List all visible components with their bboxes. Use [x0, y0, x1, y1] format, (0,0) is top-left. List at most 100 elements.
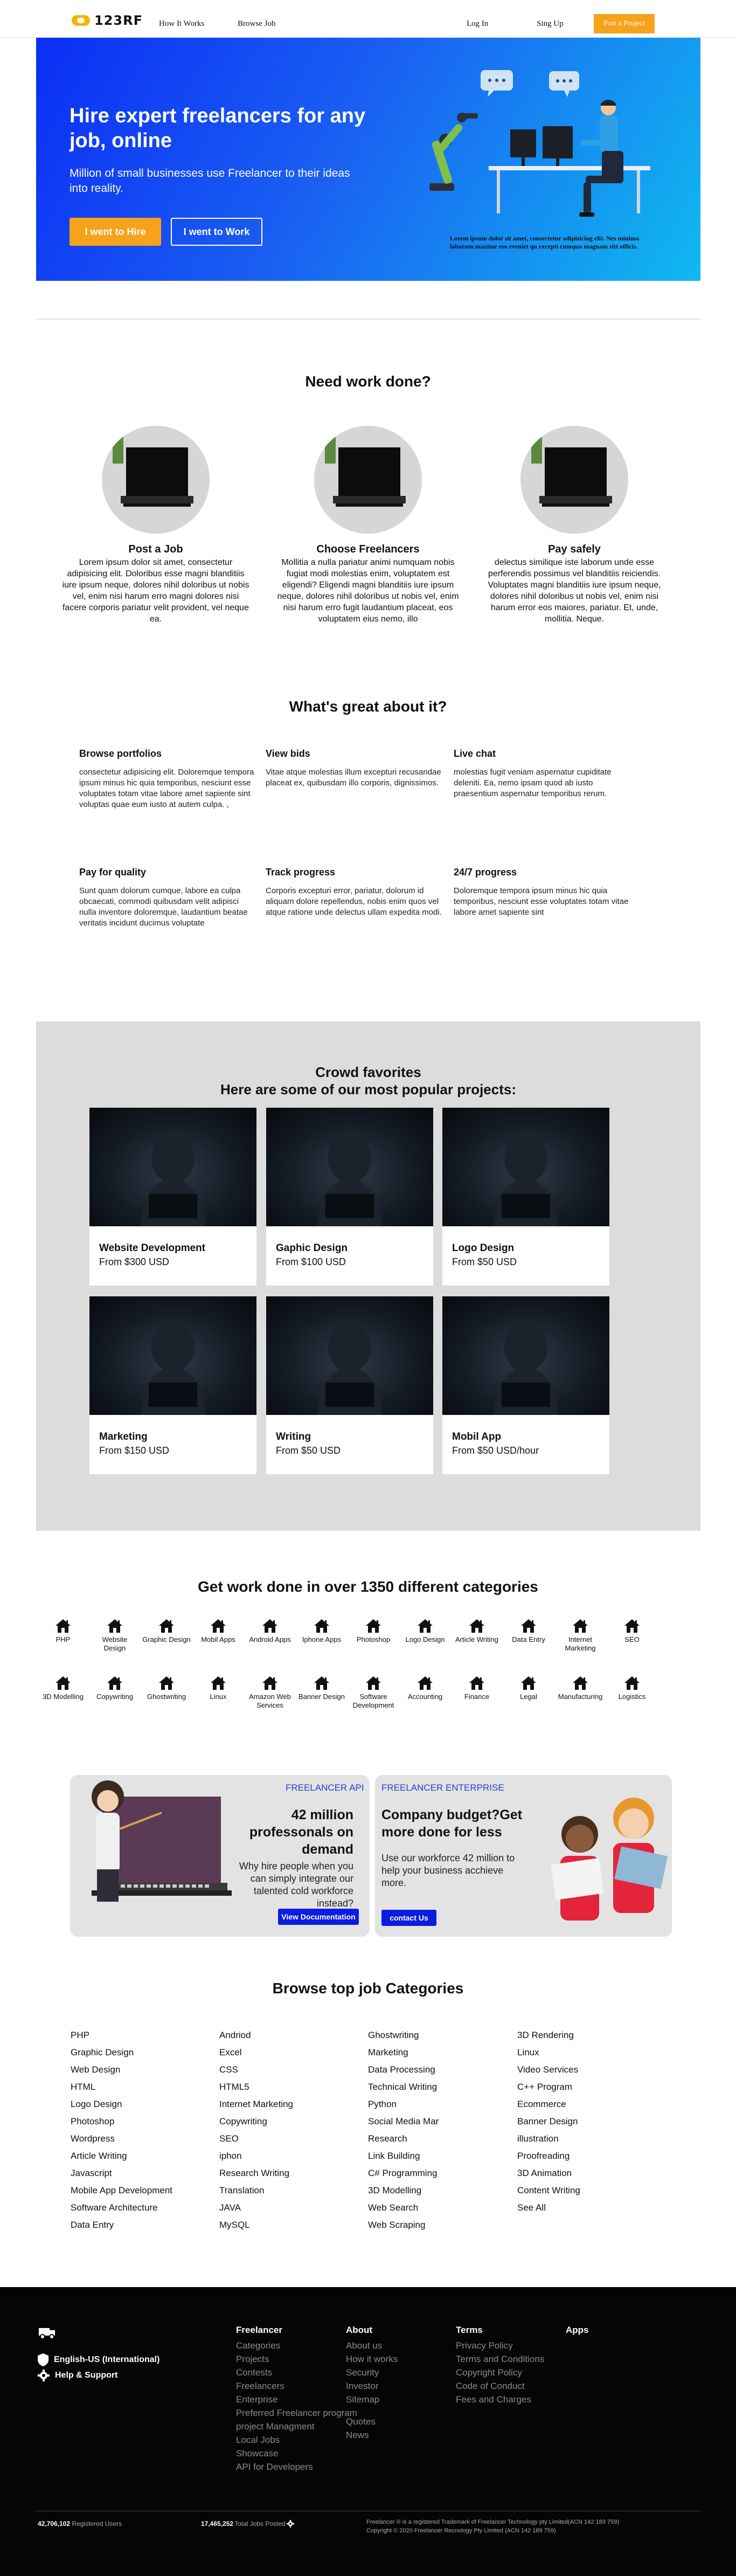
job-category-link[interactable]: CSS [219, 2061, 359, 2078]
job-category-link[interactable]: Ecommerce [517, 2096, 657, 2113]
job-category-link[interactable]: Web Design [71, 2061, 211, 2078]
footer-link[interactable]: Terms and Conditions [456, 2352, 544, 2366]
category-item[interactable]: Finance [453, 1675, 501, 1701]
job-category-link[interactable]: HTML [71, 2078, 211, 2096]
job-category-link[interactable]: Excel [219, 2044, 359, 2061]
job-category-link[interactable]: Andriod [219, 2027, 359, 2044]
category-item[interactable]: Android Apps [246, 1618, 294, 1644]
job-category-link[interactable]: Photoshop [71, 2113, 211, 2130]
category-item[interactable]: Amazon Web Services [246, 1675, 294, 1710]
job-category-link[interactable]: Web Search [368, 2199, 508, 2216]
footer-link[interactable]: Showcase [236, 2447, 357, 2460]
job-category-link[interactable]: Software Architecture [71, 2199, 211, 2216]
help-support-link[interactable]: Help & Support [38, 2370, 117, 2381]
category-item[interactable]: Copywriting [91, 1675, 139, 1701]
footer-link[interactable]: Fees and Charges [456, 2393, 544, 2406]
job-category-link[interactable]: HTML5 [219, 2078, 359, 2096]
category-item[interactable]: Legal [504, 1675, 553, 1701]
category-item[interactable]: Mobil Apps [194, 1618, 242, 1644]
footer-link[interactable]: News [346, 2428, 398, 2442]
job-category-link[interactable]: See All [517, 2199, 657, 2216]
category-item[interactable]: Manufacturing [556, 1675, 605, 1701]
category-item[interactable]: 3D Modelling [39, 1675, 87, 1701]
job-category-link[interactable]: Graphic Design [71, 2044, 211, 2061]
category-item[interactable]: Iphone Apps [297, 1618, 346, 1644]
footer-link[interactable]: Categories [236, 2339, 357, 2352]
footer-link[interactable]: How it works [346, 2352, 398, 2366]
footer-link[interactable]: API for Developers [236, 2460, 357, 2474]
nav-login[interactable]: Log In [467, 19, 488, 29]
category-item[interactable]: Linux [194, 1675, 242, 1701]
job-category-link[interactable]: 3D Modelling [368, 2182, 508, 2199]
job-category-link[interactable]: Technical Writing [368, 2078, 508, 2096]
job-category-link[interactable]: Logo Design [71, 2096, 211, 2113]
footer-link[interactable]: project Managment [236, 2420, 357, 2433]
logo[interactable]: 123RF [72, 13, 143, 28]
job-category-link[interactable]: Research [368, 2130, 508, 2147]
job-category-link[interactable]: Marketing [368, 2044, 508, 2061]
job-category-link[interactable]: Web Scraping [368, 2216, 508, 2234]
category-item[interactable]: PHP [39, 1618, 87, 1644]
category-item[interactable]: Photoshop [349, 1618, 398, 1644]
footer-link[interactable]: Quotes [346, 2415, 398, 2428]
category-item[interactable]: Ghostwriting [142, 1675, 191, 1701]
footer-link[interactable]: Local Jobs [236, 2433, 357, 2447]
language-selector[interactable]: English-US (International) [38, 2353, 159, 2366]
job-category-link[interactable]: Content Writing [517, 2182, 657, 2199]
footer-link[interactable]: Copyright Policy [456, 2366, 544, 2379]
category-item[interactable]: SEO [608, 1618, 656, 1644]
nav-how-it-works[interactable]: How It Works [159, 19, 204, 29]
project-card[interactable]: Gaphic Design From $100 USD [266, 1108, 433, 1286]
job-category-link[interactable]: Article Writing [71, 2147, 211, 2165]
footer-link[interactable]: Privacy Policy [456, 2339, 544, 2352]
project-card[interactable]: Logo Design From $50 USD [442, 1108, 609, 1286]
job-category-link[interactable]: 3D Animation [517, 2165, 657, 2182]
job-category-link[interactable]: JAVA [219, 2199, 359, 2216]
footer-link[interactable]: Projects [236, 2352, 357, 2366]
category-item[interactable]: Data Entry [504, 1618, 553, 1644]
footer-link[interactable]: Enterprise [236, 2393, 357, 2406]
hire-button[interactable]: I went to Hire [70, 218, 161, 246]
category-item[interactable]: Banner Design [297, 1675, 346, 1701]
view-documentation-button[interactable]: View Documentation [278, 1909, 359, 1925]
job-category-link[interactable]: PHP [71, 2027, 211, 2044]
job-category-link[interactable]: C++ Program [517, 2078, 657, 2096]
job-category-link[interactable]: Internet Marketing [219, 2096, 359, 2113]
job-category-link[interactable]: Javascript [71, 2165, 211, 2182]
job-category-link[interactable]: Wordpress [71, 2130, 211, 2147]
job-category-link[interactable]: SEO [219, 2130, 359, 2147]
footer-link[interactable]: Security [346, 2366, 398, 2379]
footer-link[interactable]: About us [346, 2339, 398, 2352]
project-card[interactable]: Writing From $50 USD [266, 1296, 433, 1474]
job-category-link[interactable]: 3D Rendering [517, 2027, 657, 2044]
job-category-link[interactable]: MySQL [219, 2216, 359, 2234]
project-card[interactable]: Website Development From $300 USD [89, 1108, 256, 1286]
contact-us-button[interactable]: contact Us [381, 1910, 436, 1926]
project-card[interactable]: Mobil App From $50 USD/hour [442, 1296, 609, 1474]
work-button[interactable]: I went to Work [171, 218, 262, 246]
nav-signup[interactable]: Sing Up [537, 19, 564, 29]
job-category-link[interactable]: Video Services [517, 2061, 657, 2078]
footer-link[interactable]: Preferred Freelancer program [236, 2406, 357, 2420]
project-card[interactable]: Marketing From $150 USD [89, 1296, 256, 1474]
job-category-link[interactable]: Ghostwriting [368, 2027, 508, 2044]
footer-link[interactable]: Sitemap [346, 2393, 398, 2406]
footer-link[interactable]: Code of Conduct [456, 2379, 544, 2393]
category-item[interactable]: Logistics [608, 1675, 656, 1701]
job-category-link[interactable]: Mobile App Development [71, 2182, 211, 2199]
job-category-link[interactable]: Proofreading [517, 2147, 657, 2165]
footer-link[interactable]: Investor [346, 2379, 398, 2393]
job-category-link[interactable]: illustration [517, 2130, 657, 2147]
job-category-link[interactable]: Copywriting [219, 2113, 359, 2130]
job-category-link[interactable]: iphon [219, 2147, 359, 2165]
footer-link[interactable]: Contests [236, 2366, 357, 2379]
category-item[interactable]: Internet Marketing [556, 1618, 605, 1653]
job-category-link[interactable]: Translation [219, 2182, 359, 2199]
category-item[interactable]: Website Design [91, 1618, 139, 1653]
nav-browse-job[interactable]: Browse Job [238, 19, 275, 29]
category-item[interactable]: Article Writing [453, 1618, 501, 1644]
job-category-link[interactable]: Research Writing [219, 2165, 359, 2182]
job-category-link[interactable]: Link Building [368, 2147, 508, 2165]
job-category-link[interactable]: Banner Design [517, 2113, 657, 2130]
footer-link[interactable]: Freelancers [236, 2379, 357, 2393]
